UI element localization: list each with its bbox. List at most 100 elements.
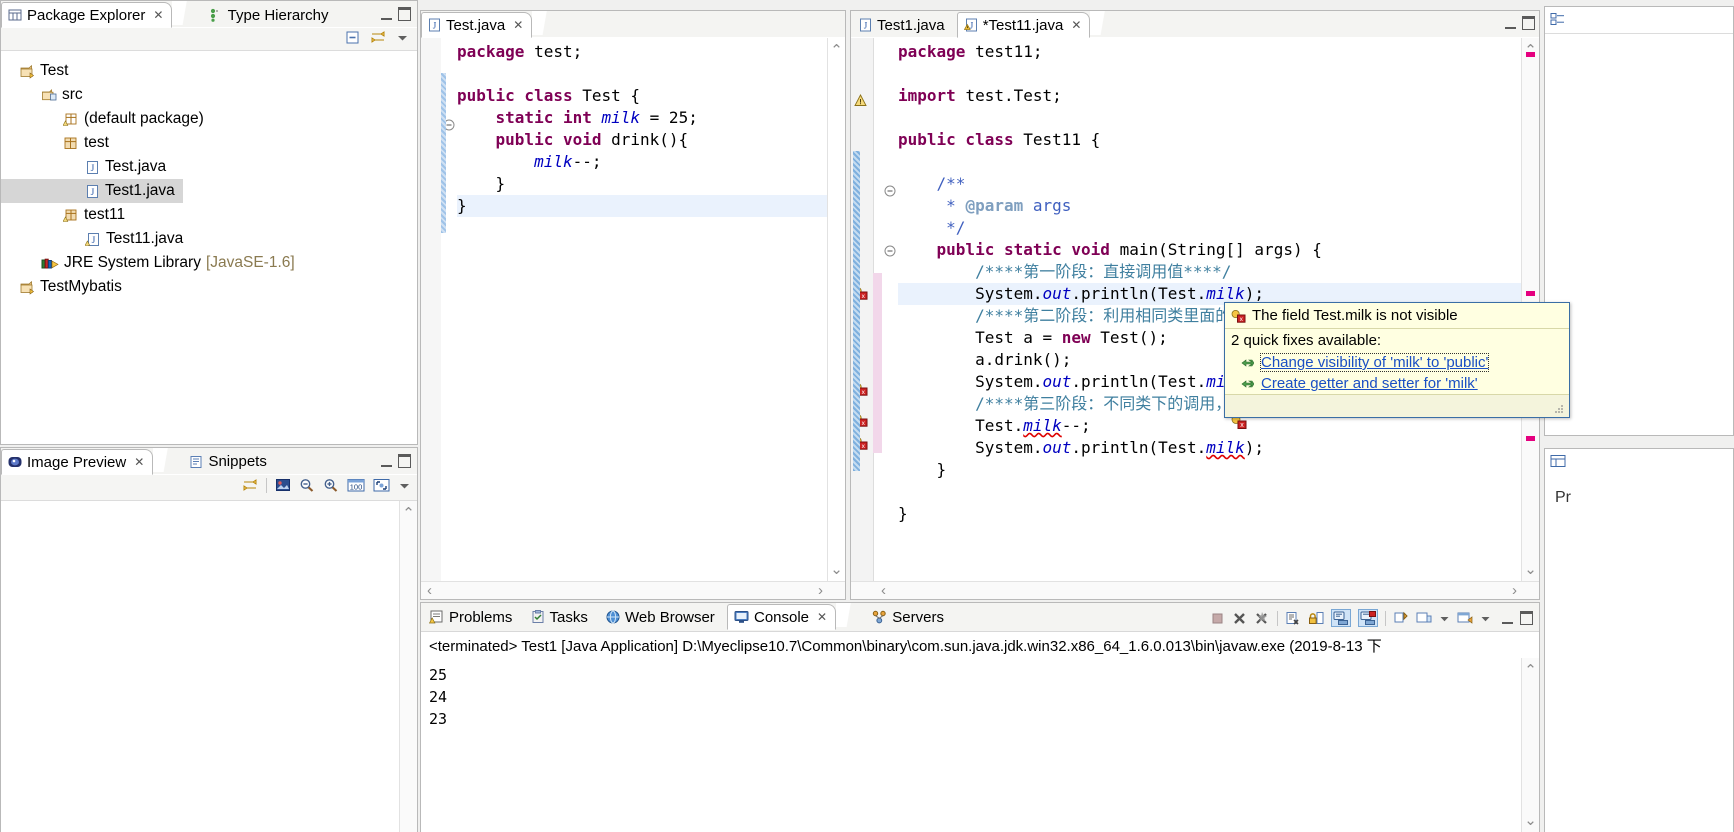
minimize-button[interactable] — [381, 9, 392, 20]
close-icon[interactable]: ✕ — [817, 610, 827, 624]
close-icon[interactable]: ✕ — [153, 8, 163, 22]
show-console-on-output-icon[interactable] — [1331, 609, 1351, 627]
code-line[interactable] — [898, 481, 1521, 503]
tab-test11-java[interactable]: J *Test11.java ✕ — [956, 12, 1091, 38]
resize-grip-icon[interactable] — [1553, 403, 1565, 415]
code-line[interactable]: public static void main(String[] args) { — [898, 239, 1521, 261]
outline-fast-view[interactable] — [1544, 6, 1734, 436]
tree-item-test11-java[interactable]: J Test11.java — [1, 227, 417, 251]
collapse-all-icon[interactable] — [345, 30, 360, 45]
dropdown-arrow-icon[interactable] — [1439, 612, 1450, 625]
maximize-button[interactable] — [1522, 16, 1535, 30]
tree-item-test[interactable]: Test — [1, 59, 417, 83]
tab-web-browser[interactable]: Web Browser — [600, 605, 723, 629]
close-icon[interactable]: ✕ — [1071, 18, 1081, 32]
quick-fix-item-change-visibility[interactable]: Change visibility of 'milk' to 'public' — [1225, 352, 1569, 373]
code-line[interactable]: import test.Test; — [898, 85, 1521, 107]
view-menu-icon[interactable] — [398, 479, 411, 492]
editor-left-hscrollbar[interactable]: ‹ › — [421, 581, 845, 599]
minimize-button[interactable] — [1502, 613, 1513, 624]
editor-left-code[interactable]: package test; public class Test { static… — [457, 41, 827, 581]
maximize-button[interactable] — [1520, 611, 1533, 625]
code-line[interactable]: public void drink(){ — [457, 129, 827, 151]
remove-launch-icon[interactable] — [1232, 611, 1247, 626]
close-icon[interactable]: ✕ — [134, 455, 144, 469]
code-line[interactable]: } — [898, 503, 1521, 525]
link-with-editor-icon[interactable] — [242, 478, 258, 493]
code-line[interactable]: Test.milk--; — [898, 415, 1521, 437]
tab-tasks[interactable]: Tasks — [525, 605, 596, 629]
editor-right-folding-column[interactable] — [882, 38, 898, 599]
tab-problems[interactable]: Problems — [421, 605, 520, 629]
open-console-icon[interactable] — [1457, 611, 1473, 626]
package-explorer-tree[interactable]: Test src (default package) test J Test.java J T… — [1, 51, 417, 444]
tree-item-src[interactable]: src — [1, 83, 417, 107]
code-line[interactable]: /** — [898, 173, 1521, 195]
open-console-dropdown-icon[interactable] — [1480, 612, 1491, 625]
link-with-editor-icon[interactable] — [370, 30, 386, 45]
tab-image-preview[interactable]: Image Preview ✕ — [1, 449, 154, 475]
code-line[interactable]: public class Test { — [457, 85, 827, 107]
tab-console[interactable]: Console ✕ — [726, 604, 837, 630]
fold-collapse-icon[interactable] — [884, 184, 896, 201]
properties-icon[interactable] — [1550, 454, 1566, 469]
properties-fast-view[interactable]: Pr — [1544, 448, 1734, 832]
tree-item-test11[interactable]: test11 — [1, 203, 417, 227]
code-line[interactable]: } — [457, 195, 827, 217]
code-line[interactable] — [898, 151, 1521, 173]
tab-snippets[interactable]: Snippets — [183, 450, 274, 474]
quick-fix-link[interactable]: Create getter and setter for 'milk' — [1261, 375, 1478, 392]
warning-marker-icon[interactable] — [854, 94, 867, 111]
scroll-left-arrow[interactable]: ‹ — [881, 582, 886, 599]
tree-item-jre-system-library[interactable]: JRE System Library [JavaSE-1.6] — [1, 251, 417, 275]
overview-error-marker[interactable] — [1526, 436, 1535, 441]
display-selected-console-icon[interactable] — [1416, 611, 1432, 626]
tree-item-test-java[interactable]: J Test.java — [1, 155, 417, 179]
scroll-up-arrow[interactable]: ⌃ — [1522, 661, 1539, 679]
code-line[interactable] — [898, 107, 1521, 129]
minimize-button[interactable] — [1505, 18, 1516, 29]
remove-all-terminated-icon[interactable] — [1254, 611, 1270, 626]
tab-package-explorer[interactable]: Package Explorer ✕ — [1, 2, 173, 28]
close-icon[interactable]: ✕ — [513, 18, 523, 32]
tab-test-java[interactable]: J Test.java ✕ — [421, 12, 533, 38]
code-line[interactable]: milk--; — [457, 151, 827, 173]
scroll-down-arrow[interactable]: ⌄ — [828, 560, 845, 578]
tab-servers[interactable]: Servers — [866, 605, 952, 629]
scroll-lock-icon[interactable] — [1308, 611, 1324, 626]
outline-icon[interactable] — [1550, 12, 1566, 27]
quick-fix-item-create-getter-setter[interactable]: Create getter and setter for 'milk' — [1225, 373, 1569, 394]
show-console-on-error-icon[interactable] — [1358, 609, 1378, 627]
scroll-right-arrow[interactable]: › — [818, 582, 823, 599]
scroll-up-arrow[interactable]: ⌃ — [828, 41, 845, 59]
scroll-left-arrow[interactable]: ‹ — [427, 582, 432, 599]
code-line[interactable] — [457, 63, 827, 85]
tree-item-testmybatis[interactable]: TestMybatis — [1, 275, 417, 299]
code-line[interactable]: } — [457, 173, 827, 195]
tree-item-test[interactable]: test — [1, 131, 417, 155]
editor-left-vscrollbar[interactable]: ⌃ ⌄ — [827, 38, 845, 581]
scroll-right-arrow[interactable]: › — [1512, 582, 1517, 599]
code-line[interactable]: static int milk = 25; — [457, 107, 827, 129]
code-line[interactable] — [898, 63, 1521, 85]
scroll-up-arrow[interactable]: ⌃ — [400, 504, 417, 522]
fold-collapse-icon[interactable] — [884, 244, 896, 261]
code-line[interactable]: package test; — [457, 41, 827, 63]
editor-right-hscrollbar[interactable]: ‹ › — [851, 581, 1539, 599]
fit-to-window-icon[interactable] — [373, 478, 390, 493]
quick-fix-link[interactable]: Change visibility of 'milk' to 'public' — [1259, 353, 1490, 372]
code-line[interactable]: package test11; — [898, 41, 1521, 63]
maximize-button[interactable] — [398, 454, 411, 468]
zoom-out-icon[interactable] — [299, 478, 315, 493]
pin-console-icon[interactable] — [1393, 611, 1409, 626]
code-line[interactable]: */ — [898, 217, 1521, 239]
image-preview-scrollbar[interactable]: ⌃ — [399, 501, 417, 832]
maximize-button[interactable] — [398, 7, 411, 21]
tree-item-default-package[interactable]: (default package) — [1, 107, 417, 131]
minimize-button[interactable] — [381, 456, 392, 467]
scroll-down-arrow[interactable]: ⌄ — [1522, 811, 1539, 829]
zoom-in-icon[interactable] — [323, 478, 339, 493]
terminate-icon[interactable] — [1210, 611, 1225, 626]
clear-console-icon[interactable] — [1285, 611, 1301, 626]
console-output[interactable]: 25 24 23 — [421, 658, 1522, 832]
